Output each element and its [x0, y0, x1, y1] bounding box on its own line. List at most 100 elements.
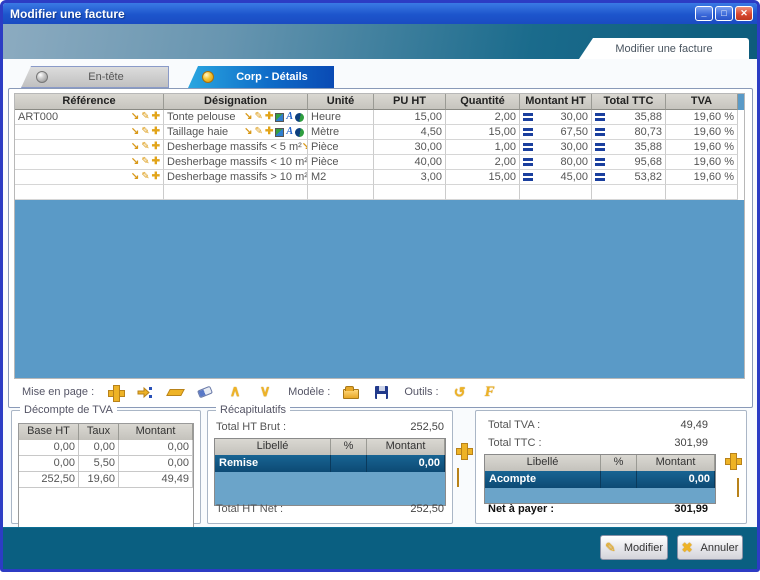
reference-cell[interactable]: ↘ ✎ ✚: [15, 125, 164, 140]
add-plus-icon[interactable]: ✚: [152, 157, 160, 167]
acompte-row[interactable]: Acompte 0,00: [485, 471, 715, 488]
unite-cell[interactable]: Mètre: [308, 125, 374, 140]
montant-ht-cell[interactable]: 30,00: [520, 140, 592, 155]
col-header-montant-ht[interactable]: Montant HT: [520, 94, 592, 110]
annuler-button[interactable]: ✖ Annuler: [677, 535, 743, 560]
add-plus-icon[interactable]: ✚: [152, 112, 160, 122]
reference-cell[interactable]: ↘ ✎ ✚: [15, 140, 164, 155]
designation-cell[interactable]: Desherbage massifs < 5 m² ↘ ✎ ✚ A: [164, 140, 308, 155]
montant-ht-cell[interactable]: 45,00: [520, 170, 592, 185]
table-row[interactable]: ↘ ✎ ✚ Taillage haie ↘ ✎ ✚ A Mètre 4,50 1…: [15, 125, 744, 140]
color-circle-icon[interactable]: [295, 113, 304, 122]
equals-icon[interactable]: [595, 113, 605, 121]
quantite-cell[interactable]: 15,00: [446, 170, 520, 185]
tva-cell[interactable]: 19,60 %: [666, 140, 738, 155]
reference-cell[interactable]: ↘ ✎ ✚: [15, 170, 164, 185]
tab-en-tete[interactable]: En-tête: [21, 66, 169, 88]
remise-table-empty[interactable]: [215, 472, 445, 505]
col-header-quantite[interactable]: Quantité: [446, 94, 520, 110]
move-down-button[interactable]: ∨: [250, 382, 280, 402]
edit-pencil-icon[interactable]: ✎: [255, 112, 263, 122]
pu-ht-cell[interactable]: 3,00: [374, 170, 446, 185]
acompte-label[interactable]: Acompte: [485, 471, 601, 488]
tab-corp-details[interactable]: Corp - Détails: [188, 66, 334, 88]
pick-article-icon[interactable]: ↘: [244, 112, 252, 122]
add-remise-button[interactable]: [456, 443, 471, 463]
equals-icon[interactable]: [523, 128, 533, 136]
reference-cell[interactable]: ART000 ↘ ✎ ✚: [15, 110, 164, 125]
remise-pct[interactable]: [331, 455, 367, 472]
equals-icon[interactable]: [595, 158, 605, 166]
add-acompte-button[interactable]: [725, 453, 740, 473]
pick-article-icon[interactable]: ↘: [131, 127, 139, 137]
insert-row-button[interactable]: [130, 382, 160, 402]
montant-ht-cell[interactable]: 67,50: [520, 125, 592, 140]
quantite-cell[interactable]: 2,00: [446, 155, 520, 170]
image-icon[interactable]: [275, 128, 284, 137]
edit-pencil-icon[interactable]: ✎: [141, 157, 149, 167]
col-header-reference[interactable]: Référence: [15, 94, 164, 110]
color-circle-icon[interactable]: [295, 128, 304, 137]
edit-pencil-icon[interactable]: ✎: [141, 112, 149, 122]
edit-pencil-icon[interactable]: ✎: [141, 142, 149, 152]
table-row[interactable]: ART000 ↘ ✎ ✚ Tonte pelouse ↘ ✎ ✚ A Heure…: [15, 110, 744, 125]
formula-button[interactable]: F: [475, 382, 505, 402]
designation-cell[interactable]: Desherbage massifs > 10 m² ↘ ✎ ✚ A: [164, 170, 308, 185]
add-plus-icon[interactable]: ✚: [265, 112, 273, 122]
designation-cell[interactable]: Tonte pelouse ↘ ✎ ✚ A: [164, 110, 308, 125]
tva-row[interactable]: 0,00 0,00 0,00: [19, 440, 193, 456]
pick-article-icon[interactable]: ↘: [131, 172, 139, 182]
unite-cell[interactable]: M2: [308, 170, 374, 185]
font-style-icon[interactable]: A: [286, 127, 293, 137]
equals-icon[interactable]: [523, 113, 533, 121]
close-icon[interactable]: ✕: [735, 6, 753, 21]
add-row-button[interactable]: [100, 382, 130, 402]
tva-cell[interactable]: 19,60 %: [666, 170, 738, 185]
total-ttc-cell[interactable]: 80,73: [592, 125, 666, 140]
designation-cell[interactable]: Taillage haie ↘ ✎ ✚ A: [164, 125, 308, 140]
designation-cell[interactable]: Desherbage massifs < 10 m² ↘ ✎ ✚ A: [164, 155, 308, 170]
col-header-designation[interactable]: Désignation: [164, 94, 308, 110]
col-header-total-ttc[interactable]: Total TTC: [592, 94, 666, 110]
image-icon[interactable]: [275, 113, 284, 122]
save-model-button[interactable]: [366, 382, 396, 402]
remove-acompte-button[interactable]: [737, 479, 739, 497]
pu-ht-cell[interactable]: 15,00: [374, 110, 446, 125]
total-ttc-cell[interactable]: 35,88: [592, 110, 666, 125]
unite-cell[interactable]: Pièce: [308, 140, 374, 155]
pick-article-icon[interactable]: ↘: [131, 157, 139, 167]
unite-cell[interactable]: Pièce: [308, 155, 374, 170]
minimize-icon[interactable]: _: [695, 6, 713, 21]
unite-cell[interactable]: Heure: [308, 110, 374, 125]
empty-row[interactable]: [15, 185, 744, 200]
pick-article-icon[interactable]: ↘: [131, 142, 139, 152]
table-row[interactable]: ↘ ✎ ✚ Desherbage massifs > 10 m² ↘ ✎ ✚ A…: [15, 170, 744, 185]
pu-ht-cell[interactable]: 30,00: [374, 140, 446, 155]
remise-montant[interactable]: 0,00: [367, 455, 445, 472]
quantite-cell[interactable]: 15,00: [446, 125, 520, 140]
equals-icon[interactable]: [523, 158, 533, 166]
montant-ht-cell[interactable]: 80,00: [520, 155, 592, 170]
pu-ht-cell[interactable]: 40,00: [374, 155, 446, 170]
col-header-unite[interactable]: Unité: [308, 94, 374, 110]
acompte-montant[interactable]: 0,00: [637, 471, 715, 488]
table-row[interactable]: ↘ ✎ ✚ Desherbage massifs < 10 m² ↘ ✎ ✚ A…: [15, 155, 744, 170]
add-plus-icon[interactable]: ✚: [152, 172, 160, 182]
acompte-pct[interactable]: [601, 471, 637, 488]
edit-pencil-icon[interactable]: ✎: [255, 127, 263, 137]
quantite-cell[interactable]: 1,00: [446, 140, 520, 155]
quantite-cell[interactable]: 2,00: [446, 110, 520, 125]
equals-icon[interactable]: [523, 173, 533, 181]
total-ttc-cell[interactable]: 35,88: [592, 140, 666, 155]
open-model-button[interactable]: [336, 382, 366, 402]
pick-article-icon[interactable]: ↘: [244, 127, 252, 137]
reference-cell[interactable]: ↘ ✎ ✚: [15, 155, 164, 170]
edit-pencil-icon[interactable]: ✎: [141, 127, 149, 137]
tva-cell[interactable]: 19,60 %: [666, 125, 738, 140]
remove-remise-button[interactable]: [457, 469, 459, 487]
move-up-button[interactable]: ∧: [220, 382, 250, 402]
add-plus-icon[interactable]: ✚: [152, 142, 160, 152]
montant-ht-cell[interactable]: 30,00: [520, 110, 592, 125]
pu-ht-cell[interactable]: 4,50: [374, 125, 446, 140]
total-ttc-cell[interactable]: 95,68: [592, 155, 666, 170]
